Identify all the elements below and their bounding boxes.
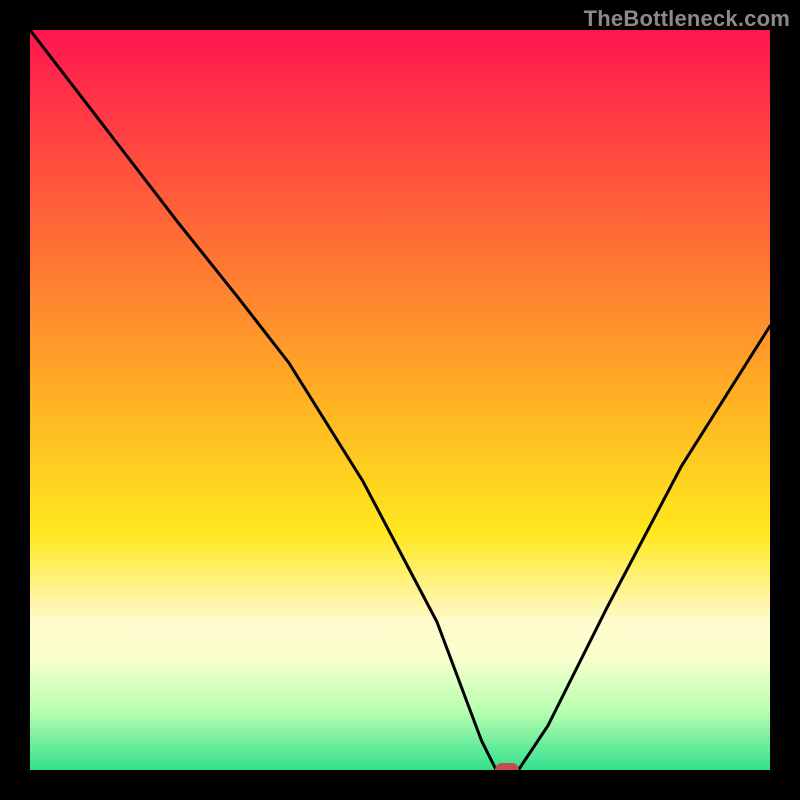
watermark-text: TheBottleneck.com [584,6,790,32]
bottleneck-curve [30,30,770,770]
curve-path [30,30,770,770]
plot-area [30,30,770,770]
optimal-marker [495,763,519,770]
chart-frame: TheBottleneck.com [0,0,800,800]
